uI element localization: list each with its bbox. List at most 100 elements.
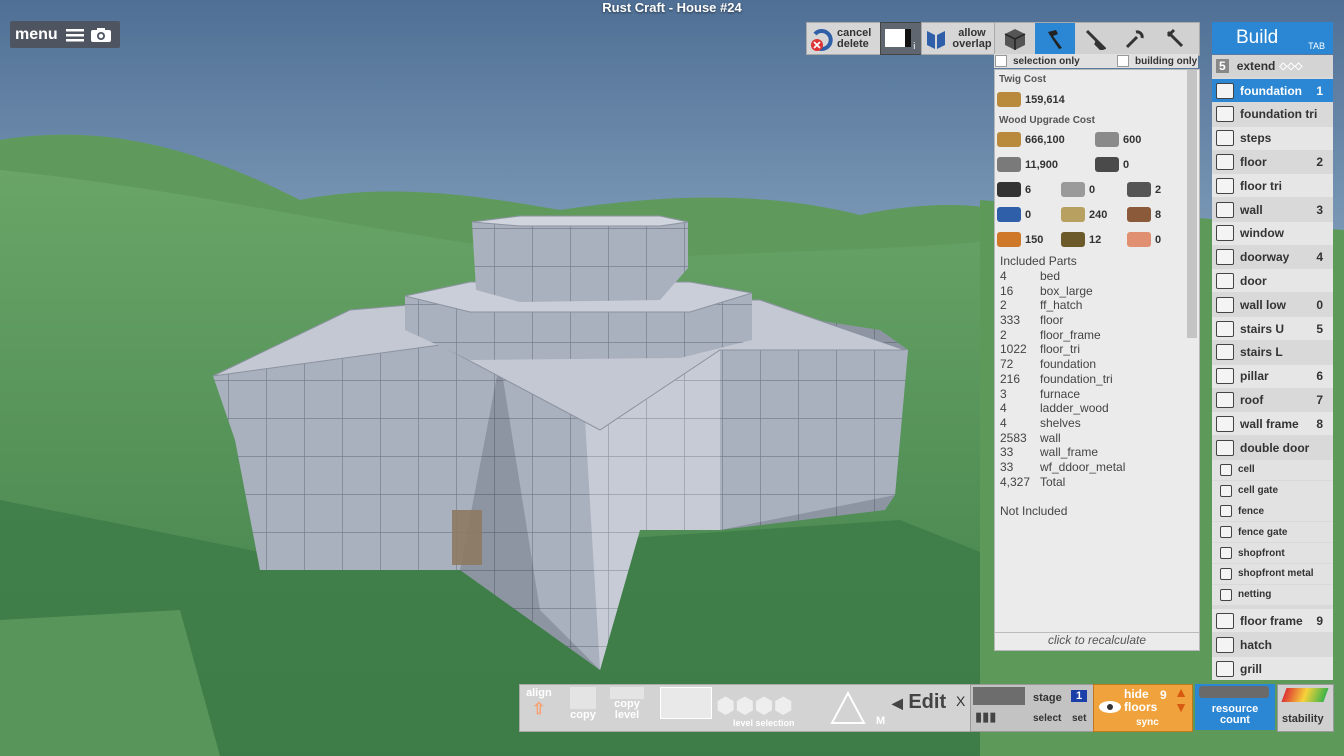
stability-icon [1281, 688, 1329, 702]
build-item-icon [1216, 272, 1234, 289]
build-item-icon [1216, 612, 1234, 629]
tab-blocks[interactable] [995, 23, 1035, 55]
count-label: count [1220, 714, 1250, 726]
part-qty: 3 [1000, 386, 1007, 401]
resource-cost-item: 0 [997, 207, 1031, 222]
part-name: bed [1040, 269, 1061, 283]
extend-row[interactable]: 5 extend ◇◇◇ [1212, 55, 1333, 77]
build-item-label: door [1240, 273, 1267, 288]
edit-button[interactable]: ◀ Edit [892, 691, 946, 714]
build-item[interactable]: pillar 6 [1212, 364, 1333, 388]
selection-only-label: selection only [1013, 55, 1080, 67]
building-only-checkbox[interactable] [1117, 55, 1129, 67]
allow-overlap-button[interactable]: allow overlap [921, 22, 995, 55]
resource-amount: 150 [1025, 233, 1044, 246]
build-subitem[interactable]: fence [1212, 501, 1333, 522]
select-button[interactable]: select [1033, 713, 1061, 724]
build-item[interactable]: floor 2 [1212, 150, 1333, 174]
build-item-key: 1 [1316, 83, 1323, 98]
part-name: floor [1040, 313, 1064, 328]
resource-icon [1127, 232, 1151, 247]
up-down-arrows-icon[interactable]: ▲ ▼ [1174, 685, 1188, 715]
build-item[interactable]: window [1212, 221, 1333, 245]
build-item[interactable]: floor tri [1212, 174, 1333, 198]
resource-amount: 0 [1123, 158, 1130, 171]
tab-hammer[interactable] [1035, 23, 1075, 55]
allow-label: allow [958, 26, 986, 39]
build-subitem[interactable]: cell gate [1212, 480, 1333, 501]
resource-icon [1127, 182, 1151, 197]
build-item[interactable]: wall 3 [1212, 198, 1333, 221]
stage-value[interactable]: 1 [1071, 690, 1088, 702]
build-item-icon [1216, 320, 1234, 337]
recalculate-button[interactable]: click to recalculate [995, 632, 1199, 651]
build-item[interactable]: stairs U 5 [1212, 317, 1333, 340]
build-item[interactable]: steps [1212, 126, 1333, 150]
menu-button[interactable]: menu [10, 21, 120, 48]
resource-count-button[interactable]: resource count [1195, 684, 1275, 730]
build-subitem[interactable]: cell [1212, 459, 1333, 480]
copy-level-button[interactable]: copy level [610, 687, 644, 721]
resource-amount: 600 [1123, 133, 1142, 146]
build-subitem[interactable]: shopfront [1212, 543, 1333, 563]
build-subitem[interactable]: fence gate [1212, 522, 1333, 543]
part-name: furnace [1040, 386, 1081, 401]
build-subitem[interactable]: shopfront metal [1212, 563, 1333, 584]
build-item[interactable]: door [1212, 269, 1333, 293]
sync-label[interactable]: sync [1136, 717, 1159, 728]
lock-icons[interactable]: ▮▮▮ [975, 709, 996, 725]
build-item-label: window [1240, 226, 1284, 241]
part-name: wf_ddoor_metal [1040, 459, 1126, 474]
part-name: ladder_wood [1040, 401, 1109, 416]
build-item[interactable]: floor frame 9 [1212, 609, 1333, 633]
stability-button[interactable]: stability [1277, 684, 1334, 732]
build-item[interactable]: hatch [1212, 633, 1333, 657]
selection-only-checkbox[interactable] [995, 55, 1007, 67]
build-subitem-label: shopfront metal [1238, 568, 1314, 580]
set-button[interactable]: set [1072, 713, 1086, 724]
resource-amount: 666,100 [1025, 133, 1065, 146]
build-item[interactable]: doorway 4 [1212, 245, 1333, 269]
build-item-label: stairs U [1240, 321, 1285, 336]
close-x-label[interactable]: X [956, 693, 965, 709]
build-subitem-label: cell gate [1238, 485, 1279, 497]
build-item[interactable]: roof 7 [1212, 388, 1333, 412]
part-row: 3 furnace [1000, 387, 1180, 402]
hide-count: 9 [1160, 688, 1167, 702]
align-icon: ⇧ [532, 701, 546, 718]
tab-wrench[interactable] [1115, 23, 1155, 55]
build-item[interactable]: wall frame 8 [1212, 412, 1333, 436]
building-only-label: building only [1135, 55, 1198, 67]
tab-pickaxe[interactable] [1155, 23, 1195, 55]
level-selection-group[interactable]: ⬢⬢⬢⬢ level selection [658, 687, 828, 729]
build-subitem-icon [1220, 526, 1232, 539]
scrollbar[interactable] [1187, 70, 1197, 338]
build-item[interactable]: foundation tri [1212, 102, 1333, 126]
build-item[interactable]: stairs L [1212, 340, 1333, 364]
build-item-icon [1216, 439, 1234, 456]
triangle-icon[interactable] [830, 689, 866, 725]
overlap-toggle-box[interactable]: i [880, 22, 922, 55]
build-item[interactable]: wall low 0 [1212, 293, 1333, 317]
build-header[interactable]: Build TAB [1212, 22, 1333, 54]
build-item[interactable]: grill [1212, 657, 1333, 680]
build-item-key: 5 [1316, 321, 1323, 336]
align-button[interactable]: align ⇧ [526, 687, 552, 719]
part-row: 33 wf_ddoor_metal [1000, 460, 1180, 475]
build-subitem-icon [1220, 567, 1232, 580]
part-name: Total [1040, 474, 1066, 489]
part-row: 333 floor [1000, 313, 1180, 328]
cancel-delete-button[interactable]: cancel delete [806, 22, 881, 55]
part-qty: 2583 [1000, 430, 1027, 445]
part-qty: 216 [1000, 371, 1021, 386]
copy-button[interactable]: copy [570, 687, 596, 721]
included-parts-list: 4 bed 16 box_large 2 ff_hatch 333 floor 2 floor_f… [1000, 269, 1180, 489]
build-item[interactable]: double door [1212, 436, 1333, 459]
camera-icon[interactable] [90, 27, 112, 43]
hide-floors-button[interactable]: hide floors 9 sync ▲ ▼ [1093, 684, 1193, 732]
build-item[interactable]: foundation 1 [1212, 79, 1333, 102]
build-subitem[interactable]: netting [1212, 584, 1333, 605]
tab-shovel[interactable] [1075, 23, 1115, 55]
build-item-key: 9 [1316, 613, 1323, 628]
cancel-label: cancel [837, 26, 872, 39]
